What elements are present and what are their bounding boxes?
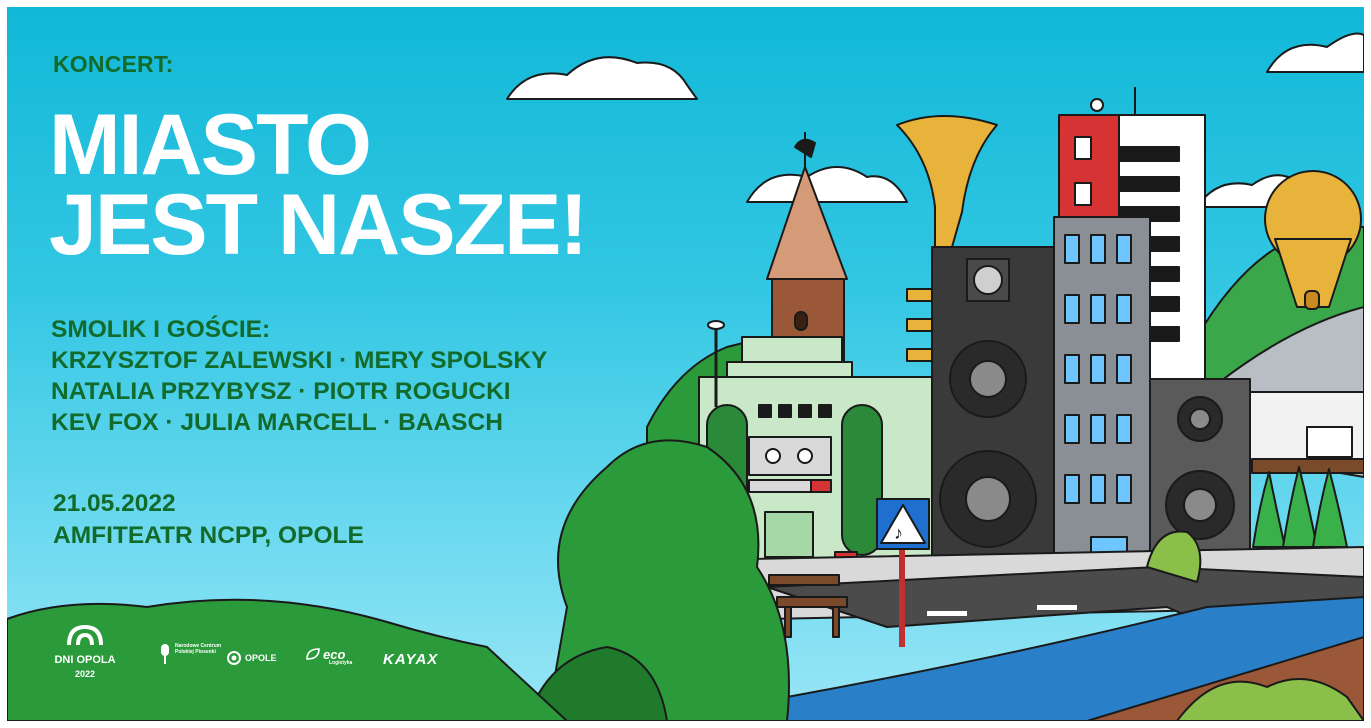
event-details: 21.05.2022 AMFITEATR NCPP, OPOLE <box>53 488 364 552</box>
lineup-line-1: KRZYSZTOF ZALEWSKI · MERY SPOLSKY <box>51 347 548 374</box>
svg-text:♪: ♪ <box>894 523 903 543</box>
lineup-line-2: NATALIA PRZYBYSZ · PIOTR ROGUCKI <box>51 378 511 405</box>
dni-opola-name: DNI OPOLA <box>54 654 116 666</box>
opole-name: OPOLE <box>245 653 277 663</box>
cloud-3 <box>746 166 908 203</box>
sponsor-logos: DNI OPOLA 2022 Narodowe Centrum Polskiej… <box>43 623 463 689</box>
title-line-1: MIASTO <box>49 97 372 193</box>
event-title: MIASTO JEST NASZE! <box>49 97 588 273</box>
speaker-building <box>931 216 1151 588</box>
title-line-2: JEST NASZE! <box>49 177 588 273</box>
opole-logo: OPOLE <box>227 651 277 665</box>
eco-logistyka-logo: eco Logistyka <box>305 647 352 666</box>
small-speaker <box>1149 378 1251 558</box>
dni-opola-arch-icon <box>67 624 103 646</box>
eco-leaf-icon <box>306 648 320 660</box>
opole-circle-icon <box>227 651 241 665</box>
lineup-heading: SMOLIK I GOŚCIE: <box>51 316 271 343</box>
kayax-logo: KAYAX <box>383 651 439 668</box>
dni-opola-year: 2022 <box>74 669 96 679</box>
concert-poster: ♪ KONCERT: MIASTO JEST NASZE! SMOLIK I G… <box>7 7 1364 721</box>
cloud-1 <box>506 56 698 100</box>
ncpp-name: Narodowe Centrum Polskiej Piosenki <box>175 643 222 655</box>
lineup-line-3: KEV FOX · JULIA MARCELL · BAASCH <box>51 409 503 436</box>
trees-right <box>1252 466 1348 548</box>
concert-label: KONCERT: <box>53 51 174 77</box>
cloud-2 <box>1266 32 1364 73</box>
event-venue: AMFITEATR NCPP, OPOLE <box>53 522 364 549</box>
event-date: 21.05.2022 <box>53 490 176 517</box>
lineup: SMOLIK I GOŚCIE: KRZYSZTOF ZALEWSKI · ME… <box>51 314 547 438</box>
dni-opola-logo: DNI OPOLA 2022 <box>43 623 127 679</box>
microphone-icon <box>161 644 169 664</box>
ncpp-logo: Narodowe Centrum Polskiej Piosenki <box>159 643 235 664</box>
